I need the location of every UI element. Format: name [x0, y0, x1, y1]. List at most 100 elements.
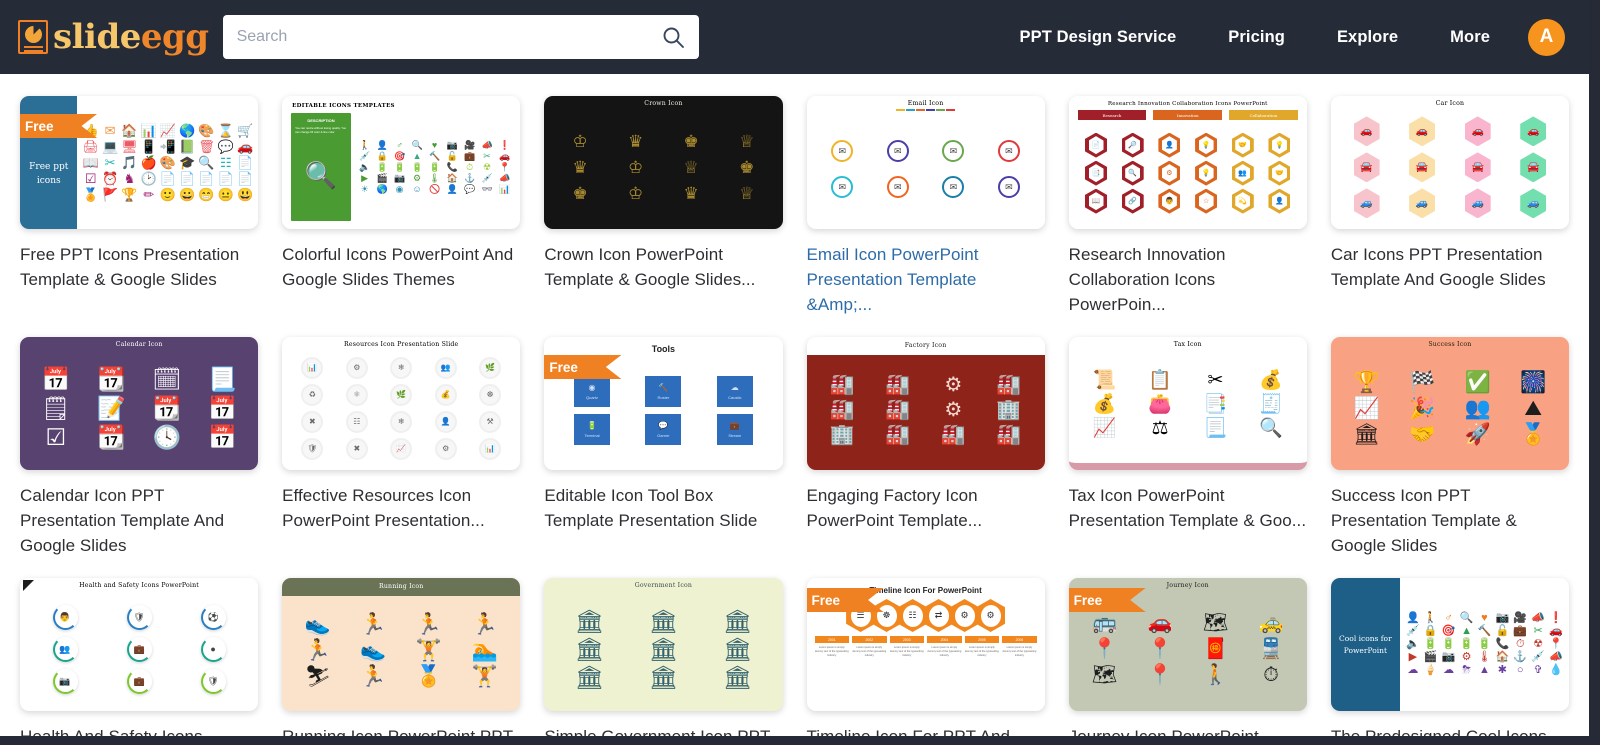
corner-mark-icon — [23, 580, 34, 591]
template-grid: Free Free ppt icons 👍 ✉ 🏠 📊 📈 🌎 🎨 ⌛ 🛒 🖨 💻 🖥 📱 📲 📗 🗑 💬 🚗 … — [0, 74, 1589, 736]
card-health-safety-icons[interactable]: Health and Safety Icons PowerPoint 👨 🛡 ⚽… — [20, 578, 259, 736]
card-title[interactable]: Simple Government Icon PPT Slide Present… — [544, 724, 782, 736]
card-title[interactable]: Timeline Icon For PPT And Google Slides … — [807, 724, 1045, 736]
thumbnail[interactable]: Success Icon 🏆 🏁 ✅ 🎆 📈 🎉 👥 ⛰ 🏛 🤝 🚀 🏅 — [1330, 337, 1569, 470]
thumbnail[interactable]: Calendar Icon 📅 📆 🗓 📃 🗒 📝 📆 📅 ☑ 📆 🕓 📅 — [20, 337, 259, 470]
row-gap — [20, 558, 1569, 578]
thumbnail[interactable]: Free Tools ◉ Quartz 🔨 Roster ☁ Caustic 🔋 Ter… — [544, 337, 783, 470]
nav-item-explore[interactable]: Explore — [1311, 28, 1424, 47]
thumb-art: EDITABLE ICONS TEMPLATES DESCRIPTION You… — [282, 96, 520, 229]
browser-viewport: slideegg PPT Design Service Pricing Expl… — [0, 0, 1600, 745]
card-title[interactable]: Research Innovation Collaboration Icons … — [1069, 242, 1307, 317]
thumb-art: Factory Icon 🏭 🏭 ⚙ 🏭 🏭 🏭 ⚙ 🏢 🏢 🏭 🏭 🏭 — [806, 337, 1045, 470]
thumb-tile: 🔋 Terminal — [574, 413, 611, 445]
site-logo[interactable]: slideegg — [18, 17, 209, 57]
search-input[interactable] — [236, 28, 685, 46]
card-success-icon[interactable]: Success Icon 🏆 🏁 ✅ 🎆 📈 🎉 👥 ⛰ 🏛 🤝 🚀 🏅 Success Icon… — [1330, 337, 1569, 558]
nav-item-ppt-design-service[interactable]: PPT Design Service — [994, 28, 1203, 47]
thumb-art: Crown Icon ♔ ♛ ♚ ♕ ♛ ♔ ♕ ♚ ♚ ♔ ♛ ♕ — [544, 96, 782, 229]
card-title[interactable]: Success Icon PPT Presentation Template &… — [1331, 483, 1569, 558]
thumbnail[interactable]: Research Innovation Collaboration Icons … — [1068, 96, 1307, 229]
card-colorful-icons[interactable]: EDITABLE ICONS TEMPLATES DESCRIPTION You… — [282, 96, 521, 317]
card-title[interactable]: Crown Icon PowerPoint Template & Google … — [544, 242, 782, 292]
card-factory-icon[interactable]: Factory Icon 🏭 🏭 ⚙ 🏭 🏭 🏭 ⚙ 🏢 🏢 🏭 🏭 🏭 Engaging Fac… — [806, 337, 1045, 558]
thumb-step-label: 2004 — [927, 636, 962, 643]
thumbnail[interactable]: Free Journey Icon 🚌 🚗 🗺 🚕 📍 📍 🧧 🚆 🗺 📍 🚶 ⏱ — [1068, 578, 1307, 711]
card-title[interactable]: Calendar Icon PPT Presentation Template … — [20, 483, 258, 558]
logo-text-egg: egg — [140, 17, 209, 57]
thumb-step-text: Lorem ipsum is simply dummy text of the … — [889, 646, 924, 658]
thumb-art: Resources Icon Presentation Slide 📊 ⚙ ❄ … — [282, 337, 520, 470]
card-calendar-icon[interactable]: Calendar Icon 📅 📆 🗓 📃 🗒 📝 📆 📅 ☑ 📆 🕓 📅 Calendar Ic… — [20, 337, 259, 558]
thumbnail[interactable]: Email Icon ✉ ✉ ✉ ✉ ✉ ✉ ✉ ✉ — [806, 96, 1045, 229]
thumb-art: Calendar Icon 📅 📆 🗓 📃 🗒 📝 📆 📅 ☑ 📆 🕓 📅 — [20, 337, 258, 470]
thumb-art: Government Icon 🏛 🏛 🏛 🏛 🏛 🏛 🏛 🏛 🏛 — [544, 578, 782, 711]
thumbnail[interactable]: Car Icon 🚗 🚗 🚗 🚗 🚘 🚘 🚘 🚘 🚙 🚙 🚙 🚙 — [1330, 96, 1569, 229]
thumbnail[interactable]: Cool icons for PowerPoint 👤 🚶 ♂ 🔍 ♥ 📷 🎥 📣 ❗ 💉 🔒 🎯 ▲… — [1330, 578, 1569, 711]
card-free-ppt-icons[interactable]: Free Free ppt icons 👍 ✉ 🏠 📊 📈 🌎 🎨 ⌛ 🛒 🖨 💻 🖥 📱 📲 📗 🗑 💬 🚗 … — [20, 96, 259, 317]
thumb-art: Research Innovation Collaboration Icons … — [1069, 96, 1307, 229]
card-resources-icon[interactable]: Resources Icon Presentation Slide 📊 ⚙ ❄ … — [282, 337, 521, 558]
thumb-step-label: 2005 — [964, 636, 1000, 643]
logo-wordmark: slideegg — [53, 17, 209, 57]
card-timeline-icon[interactable]: Free Timeline Icon For PowerPoint ☰ ☸ ☷ … — [806, 578, 1045, 736]
card-title[interactable]: Engaging Factory Icon PowerPoint Templat… — [807, 483, 1045, 533]
thumb-col-header: Research — [1077, 110, 1147, 121]
thumb-tile: 💬 Garner — [645, 413, 682, 445]
card-title[interactable]: Health And Safety Icons PowerPoint Templ… — [20, 724, 258, 736]
card-title[interactable]: Email Icon PowerPoint Presentation Templ… — [807, 242, 1045, 317]
thumbnail[interactable]: Free Free ppt icons 👍 ✉ 🏠 📊 📈 🌎 🎨 ⌛ 🛒 🖨 💻 🖥 📱 📲 📗 🗑 💬 🚗 … — [20, 96, 259, 229]
thumb-heading: Success Icon — [1428, 341, 1472, 348]
card-title[interactable]: Effective Resources Icon PowerPoint Pres… — [282, 483, 520, 533]
thumb-tile: ◉ Quartz — [574, 375, 611, 407]
thumb-art: Email Icon ✉ ✉ ✉ ✉ ✉ ✉ ✉ ✉ — [807, 96, 1045, 229]
thumbnail[interactable]: Resources Icon Presentation Slide 📊 ⚙ ❄ … — [282, 337, 521, 470]
thumbnail[interactable]: Crown Icon ♔ ♛ ♚ ♕ ♛ ♔ ♕ ♚ ♚ ♔ ♛ ♕ — [544, 96, 783, 229]
card-journey-icon[interactable]: Free Journey Icon 🚌 🚗 🗺 🚕 📍 📍 🧧 🚆 🗺 📍 🚶 ⏱ Journey… — [1068, 578, 1307, 736]
card-title[interactable]: Editable Icon Tool Box Template Presenta… — [544, 483, 782, 533]
thumb-heading: Tools — [651, 344, 676, 354]
thumb-step-text: Lorem ipsum is simply dummy text of the … — [927, 646, 962, 658]
thumb-heading: Crown Icon — [644, 100, 683, 107]
card-running-icon[interactable]: Running Icon 👟 🏃 🏃 🏃 🏃 👟 🏋 🏊 ⛷ 🏃 🏅 🏋 Running Icon… — [282, 578, 521, 736]
thumbnail[interactable]: Running Icon 👟 🏃 🏃 🏃 🏃 👟 🏋 🏊 ⛷ 🏃 🏅 🏋 — [282, 578, 521, 711]
card-title[interactable]: Free PPT Icons Presentation Template & G… — [20, 242, 258, 292]
thumb-step-text: Lorem ipsum is simply dummy text of the … — [964, 646, 999, 658]
pie-chart-doc-icon — [18, 20, 48, 54]
card-tax-icon[interactable]: Tax Icon 📜 📋 ✂ 💰 💰 👛 📑 🧾 📈 ⚖ 📃 🔍 Tax Icon PowerPo… — [1068, 337, 1307, 558]
nav-item-pricing[interactable]: Pricing — [1202, 28, 1311, 47]
thumb-col-header: Innovation — [1153, 110, 1223, 121]
card-title[interactable]: Journey Icon PowerPoint Presentation And… — [1069, 724, 1307, 736]
card-title[interactable]: The Predesigned Cool Icons For PowerPoin… — [1331, 724, 1569, 736]
thumb-art: Success Icon 🏆 🏁 ✅ 🎆 📈 🎉 👥 ⛰ 🏛 🤝 🚀 🏅 — [1331, 337, 1569, 470]
thumb-heading: Car Icon — [1435, 100, 1465, 107]
thumbnail[interactable]: Health and Safety Icons PowerPoint 👨 🛡 ⚽… — [20, 578, 259, 711]
search-icon[interactable] — [661, 25, 685, 49]
card-crown-icon[interactable]: Crown Icon ♔ ♛ ♚ ♕ ♛ ♔ ♕ ♚ ♚ ♔ ♛ ♕ Crown Icon Pow… — [544, 96, 783, 317]
thumbnail[interactable]: EDITABLE ICONS TEMPLATES DESCRIPTION You… — [282, 96, 521, 229]
thumb-heading: Running Icon — [282, 578, 521, 596]
card-government-icon[interactable]: Government Icon 🏛 🏛 🏛 🏛 🏛 🏛 🏛 🏛 🏛 Simple Gover… — [544, 578, 783, 736]
card-title[interactable]: Tax Icon PowerPoint Presentation Templat… — [1069, 483, 1307, 533]
card-email-icon[interactable]: Email Icon ✉ ✉ ✉ ✉ ✉ ✉ ✉ ✉ Email Icon Po… — [806, 96, 1045, 317]
thumbnail[interactable]: Free Timeline Icon For PowerPoint ☰ ☸ ☷ … — [806, 578, 1045, 711]
card-cool-icons[interactable]: Cool icons for PowerPoint 👤 🚶 ♂ 🔍 ♥ 📷 🎥 📣 ❗ 💉 🔒 🎯 ▲… — [1330, 578, 1569, 736]
avatar[interactable]: A — [1528, 18, 1565, 56]
thumb-art: Car Icon 🚗 🚗 🚗 🚗 🚘 🚘 🚘 🚘 🚙 🚙 🚙 🚙 — [1331, 96, 1569, 229]
search-box[interactable] — [222, 15, 699, 59]
card-research-innovation[interactable]: Research Innovation Collaboration Icons … — [1068, 96, 1307, 317]
thumbnail[interactable]: Tax Icon 📜 📋 ✂ 💰 💰 👛 📑 🧾 📈 ⚖ 📃 🔍 — [1068, 337, 1307, 470]
thumbnail[interactable]: Factory Icon 🏭 🏭 ⚙ 🏭 🏭 🏭 ⚙ 🏢 🏢 🏭 🏭 🏭 — [806, 337, 1045, 470]
main-nav: PPT Design Service Pricing Explore More … — [994, 18, 1565, 56]
thumb-step-text: Lorem ipsum is simply dummy text of the … — [1002, 646, 1037, 658]
thumb-art: Cool icons for PowerPoint 👤 🚶 ♂ 🔍 ♥ 📷 🎥 📣 ❗ 💉 🔒 🎯 ▲… — [1330, 578, 1569, 711]
card-title[interactable]: Colorful Icons PowerPoint And Google Sli… — [282, 242, 520, 292]
card-editable-icon-tool-box[interactable]: Free Tools ◉ Quartz 🔨 Roster ☁ Caustic 🔋 Ter… — [544, 337, 783, 558]
thumb-step-text: Lorem ipsum is simply dummy text of the … — [852, 646, 887, 658]
card-title[interactable]: Car Icons PPT Presentation Template And … — [1331, 242, 1569, 292]
thumbnail[interactable]: Government Icon 🏛 🏛 🏛 🏛 🏛 🏛 🏛 🏛 🏛 — [544, 578, 783, 711]
thumb-side-label: Cool icons for PowerPoint — [1330, 578, 1400, 711]
nav-item-more[interactable]: More — [1424, 28, 1516, 47]
card-car-icons[interactable]: Car Icon 🚗 🚗 🚗 🚗 🚘 🚘 🚘 🚘 🚙 🚙 🚙 🚙 Car Ico… — [1330, 96, 1569, 317]
card-title[interactable]: Running Icon PowerPoint PPT Template - T… — [282, 724, 520, 736]
